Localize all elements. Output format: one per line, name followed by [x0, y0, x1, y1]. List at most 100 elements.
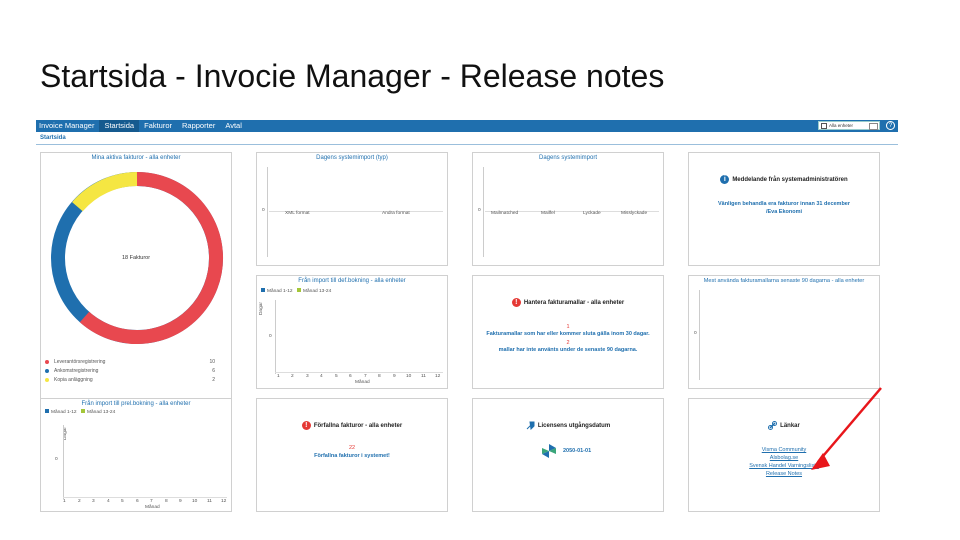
x-tick-label: 5 [335, 374, 338, 379]
panel-title: Dagens systemimport [538, 155, 598, 161]
legend-swatch-blue [261, 288, 265, 292]
top-navigation-bar: Invoice Manager Startsida Fakturor Rappo… [36, 120, 898, 132]
x-tick-label: 12 [435, 374, 441, 379]
nav-startsida[interactable]: Startsida [99, 120, 140, 132]
legend-swatch-blue [45, 409, 49, 413]
import-to-prel-panel: Från import till prel.bokning - alla enh… [40, 398, 232, 512]
y-axis-label: Dagar [259, 301, 265, 316]
active-invoices-panel: Mina aktiva fakturor - alla enheter 18 F… [40, 152, 232, 400]
overdue-invoices-panel: ! Förfallna fakturor - alla enheter 22 Fö… [256, 398, 448, 512]
count-value: 2 [566, 340, 570, 346]
invoice-manager-app: Invoice Manager Startsida Fakturor Rappo… [36, 120, 898, 520]
y-axis [275, 300, 276, 374]
legend-value: 6 [212, 368, 215, 374]
legend-dot-blue [45, 369, 49, 373]
message-heading: ! Hantera fakturamallar - alla enheter [473, 298, 663, 307]
legend-label: Månad 13-24 [87, 410, 116, 415]
heading-text: Länkar [780, 423, 800, 430]
x-tick-label: 5 [121, 499, 124, 504]
alert-icon: ! [511, 298, 521, 307]
donut-chart [51, 172, 224, 344]
legend-label: Ankomstregistrering [54, 368, 99, 374]
x-tick-label: 9 [393, 374, 396, 379]
x-tick-label: XML format [285, 211, 310, 216]
x-tick-label: 3 [306, 374, 309, 379]
legend-dot-yellow [45, 378, 49, 382]
legend-swatch-green [297, 288, 301, 292]
count-value: 22 [348, 445, 356, 451]
message-heading: Länkar [689, 421, 879, 430]
message-heading: i Meddelande från systemadministratören [689, 175, 879, 184]
system-import-panel: Dagens systemimport 0 Mailmatched Mailfe… [472, 152, 664, 266]
link-svensk-handel[interactable]: Svensk Handel Varningslista [689, 463, 879, 469]
x-tick-label: 11 [207, 499, 212, 504]
x-tick-label: 1 [63, 499, 66, 504]
x-axis [63, 497, 227, 498]
panel-title: Dagens systemimport (typ) [316, 155, 388, 161]
license-date: 2050-01-01 [563, 448, 592, 454]
import-to-def-panel: Från import till def.bokning - alla enhe… [256, 275, 448, 389]
heading-text: Hantera fakturamallar - alla enheter [523, 300, 625, 307]
license-panel: Licensens utgångsdatum 2050-01-01 [472, 398, 664, 512]
donut-segment-yellow[interactable] [72, 172, 138, 212]
message-line: Vänligen behandla era fakturor innan 31 … [717, 201, 851, 207]
system-import-type-panel: Dagens systemimport (typ) 0 XML format A… [256, 152, 448, 266]
count-value: 1 [566, 324, 570, 330]
visma-logo-icon [542, 444, 556, 458]
legend-item[interactable]: Månad 13-24 [81, 409, 115, 415]
unit-select-value: Alla enheter [829, 123, 854, 128]
help-icon[interactable]: ? [886, 121, 895, 130]
x-tick-label: 3 [92, 499, 95, 504]
legend-item[interactable]: Leverantörsregistrering [45, 359, 105, 365]
heading-text: Meddelande från systemadministratören [732, 177, 848, 184]
unused-templates-link[interactable]: mallar har inte använts under de senaste… [473, 347, 663, 353]
legend-item[interactable]: Månad 1-12 [261, 288, 293, 294]
nav-fakturor[interactable]: Fakturor [139, 120, 177, 132]
legend-label: Månad 13-24 [303, 289, 332, 294]
legend-item[interactable]: Månad 1-12 [45, 409, 77, 415]
template-expiry-link[interactable]: Fakturamallar som har eller kommer sluta… [473, 331, 663, 337]
x-tick-label: 7 [150, 499, 153, 504]
message-heading: ! Förfallna fakturor - alla enheter [257, 421, 447, 430]
links-panel: Länkar Visma Community Alsbolag.se Svens… [688, 398, 880, 512]
legend-swatch-green [81, 409, 85, 413]
link-icon [768, 421, 778, 430]
legend-item[interactable]: Kopia anläggning [45, 377, 93, 383]
legend-label: Månad 1-12 [267, 289, 293, 294]
panel-title: Mina aktiva fakturor - alla enheter [91, 155, 181, 161]
y-axis [267, 167, 268, 257]
x-tick-label: Misslyckade [621, 211, 648, 216]
unit-select[interactable]: Alla enheter [818, 121, 880, 130]
legend-value: 10 [209, 359, 215, 365]
brand-link[interactable]: Invoice Manager [36, 120, 99, 132]
x-tick-label: 10 [192, 499, 198, 504]
nav-avtal[interactable]: Avtal [220, 120, 247, 132]
y-axis [483, 167, 484, 257]
x-tick-label: 7 [364, 374, 367, 379]
x-tick-label: 4 [107, 499, 110, 504]
slide-title: Startsida - Invocie Manager - Release no… [40, 58, 665, 94]
heading-text: Licensens utgångsdatum [537, 423, 611, 430]
legend-label: Kopia anläggning [54, 377, 93, 383]
y-tick-zero: 0 [55, 457, 58, 462]
x-tick-label: 6 [349, 374, 352, 379]
message-signature: /Eva Ekonomi [765, 209, 803, 215]
x-tick-label: 8 [165, 499, 168, 504]
license-icon [526, 421, 535, 431]
overdue-invoices-link[interactable]: Förfallna fakturor i systemet! [257, 453, 447, 459]
x-tick-label: Andra format [382, 211, 410, 216]
link-release-notes[interactable]: Release Notes [689, 471, 879, 477]
nav-rapporter[interactable]: Rapporter [177, 120, 220, 132]
legend-item[interactable]: Månad 13-24 [297, 288, 331, 294]
breadcrumb[interactable]: Startsida [40, 135, 66, 141]
x-tick-label: 1 [277, 374, 280, 379]
link-alsbolag[interactable]: Alsbolag.se [689, 455, 879, 461]
y-tick-zero: 0 [694, 331, 697, 336]
alert-icon: ! [301, 421, 311, 430]
y-tick-zero: 0 [262, 208, 265, 213]
heading-text: Förfallna fakturor - alla enheter [313, 423, 403, 430]
link-visma-community[interactable]: Visma Community [689, 447, 879, 453]
select-button-icon[interactable] [869, 123, 878, 130]
x-tick-label: Mailfel [541, 211, 555, 216]
legend-item[interactable]: Ankomstregistrering [45, 368, 98, 374]
